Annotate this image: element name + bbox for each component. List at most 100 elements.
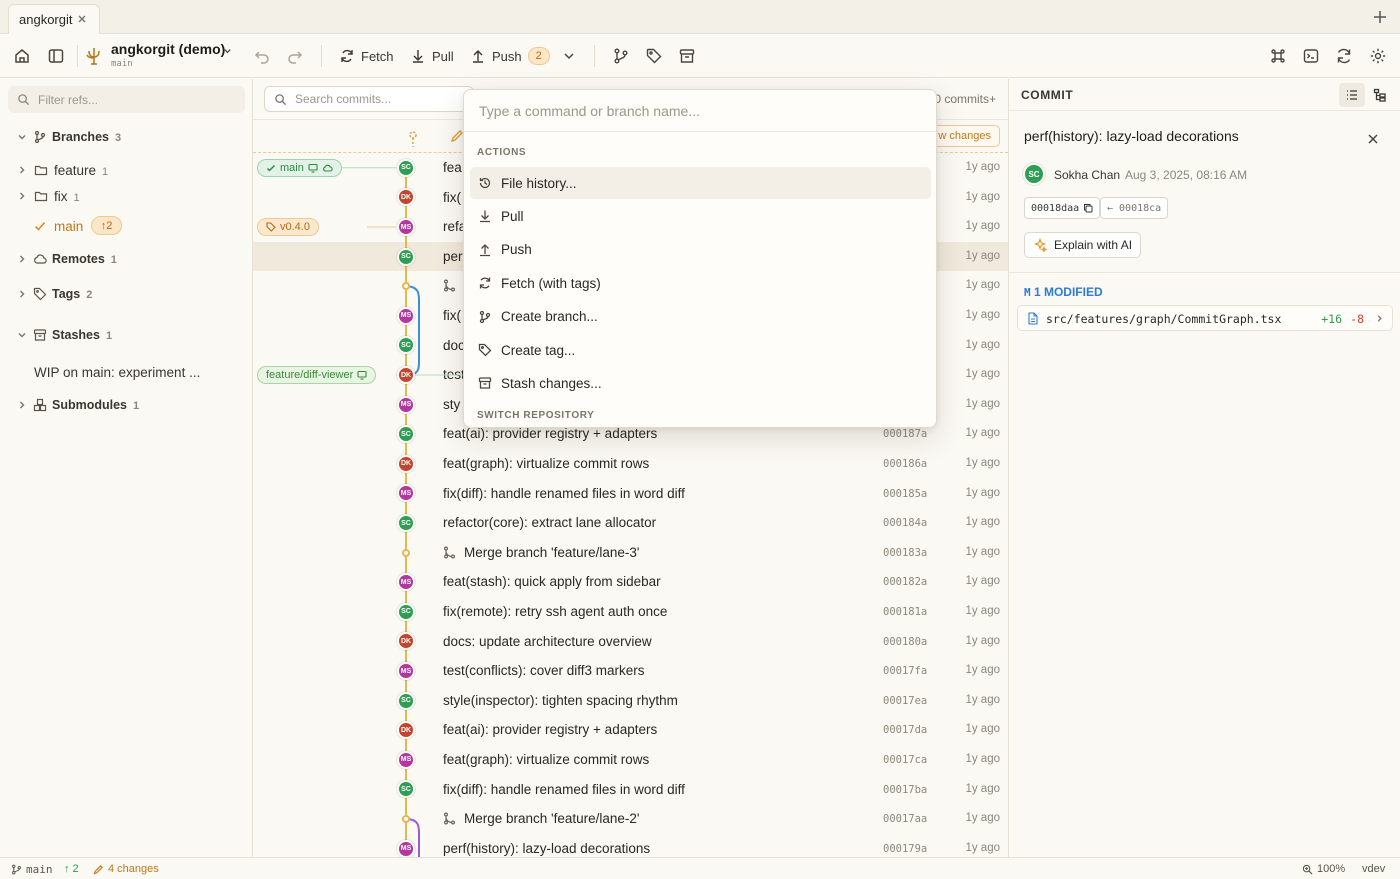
arrow-up-icon <box>473 50 483 63</box>
refresh-icon <box>341 49 353 63</box>
tag-badge[interactable]: v0.4.0 <box>257 218 319 236</box>
parent-sha-link[interactable]: ← 00018ca <box>1100 197 1169 219</box>
command-palette-input[interactable] <box>464 90 936 132</box>
commit-row[interactable]: refactor(core): extract lane allocator 00… <box>253 508 1008 538</box>
commit-row[interactable]: style(inspector): tighten spacing rhythm… <box>253 686 1008 716</box>
chevron-down-icon <box>18 135 26 140</box>
commit-row[interactable]: test(conflicts): cover diff3 markers 0001… <box>253 656 1008 686</box>
sidebar-section-remotes[interactable]: Remotes 1 <box>0 248 253 270</box>
commit-node-avatar[interactable]: SC <box>397 602 415 621</box>
merge-icon <box>444 546 456 559</box>
modified-marker: M <box>1024 286 1031 299</box>
sidebar-toggle-icon[interactable] <box>47 47 65 65</box>
chevron-right-icon <box>20 401 25 409</box>
redo-icon[interactable] <box>286 47 304 65</box>
command-icon[interactable] <box>1269 47 1287 65</box>
close-icon[interactable] <box>75 12 89 26</box>
commit-sha: 000184a <box>883 517 928 530</box>
copy-icon[interactable] <box>1083 203 1093 213</box>
sidebar-item-fix[interactable]: fix 1 <box>0 185 253 207</box>
archive-icon[interactable] <box>678 47 696 65</box>
fetch-button[interactable]: Fetch <box>339 44 394 68</box>
palette-item-stash-changes[interactable]: Stash changes... <box>470 367 931 399</box>
pull-button[interactable]: Pull <box>410 44 454 68</box>
commit-node-avatar[interactable]: SC <box>397 158 415 177</box>
commit-row[interactable]: fix(remote): retry ssh agent auth once 00… <box>253 597 1008 627</box>
chevron-down-icon[interactable] <box>562 49 576 63</box>
commit-sha: 000182a <box>883 576 928 589</box>
commit-row[interactable]: feat(graph): virtualize commit rows 00018… <box>253 449 1008 479</box>
tab-angkorgit[interactable]: angkorgit <box>8 4 100 34</box>
commit-row[interactable]: Merge branch 'feature/lane-2' 00017aa 1y a… <box>253 804 1008 834</box>
commit-node-avatar[interactable]: MS <box>397 306 415 325</box>
sync-icon[interactable] <box>1335 47 1353 65</box>
gear-icon[interactable] <box>1369 47 1387 65</box>
refresh-icon <box>479 277 491 289</box>
refs-sidebar: Filter refs... Branches 3 feature 1 fix 1 m… <box>0 79 253 857</box>
commit-time: 1y ago <box>965 457 1000 469</box>
search-commits-placeholder: Search commits... <box>295 92 392 106</box>
branch-badge-main[interactable]: main <box>257 159 342 177</box>
pencil-icon <box>93 864 103 874</box>
filter-refs-input[interactable]: Filter refs... <box>8 86 245 113</box>
merge-node[interactable] <box>402 815 410 823</box>
commit-row[interactable]: feat(graph): virtualize commit rows 00017… <box>253 745 1008 775</box>
commit-row[interactable]: feat(stash): quick apply from sidebar 000… <box>253 567 1008 597</box>
sidebar-item-feature[interactable]: feature 1 <box>0 159 253 181</box>
changed-file-row[interactable]: src/features/graph/CommitGraph.tsx +16 -… <box>1017 305 1393 331</box>
commit-row[interactable]: fix(diff): handle renamed files in word … <box>253 775 1008 805</box>
palette-item-file-history[interactable]: File history... <box>470 167 931 199</box>
view-changes-button[interactable]: w changes <box>929 125 1000 147</box>
commit-node-avatar[interactable]: MS <box>397 218 415 236</box>
commit-sha[interactable]: 00018daa <box>1024 197 1101 219</box>
commit-node-avatar[interactable]: MS <box>397 750 415 769</box>
commit-node-avatar[interactable]: SC <box>397 691 415 710</box>
status-branch[interactable]: main <box>11 863 53 876</box>
palette-item-pull[interactable]: Pull <box>470 200 931 232</box>
commit-node-avatar[interactable]: SC <box>397 247 415 266</box>
push-count-badge: 2 <box>527 47 550 65</box>
push-button[interactable]: Push 2 <box>470 44 550 68</box>
tag-icon[interactable] <box>645 47 663 65</box>
search-commits-input[interactable]: Search commits... <box>264 86 474 112</box>
commit-node-avatar[interactable]: DK <box>397 454 415 473</box>
sidebar-section-tags[interactable]: Tags 2 <box>0 283 253 305</box>
status-changes[interactable]: 4 changes <box>93 863 159 875</box>
terminal-icon[interactable] <box>1302 47 1320 65</box>
commit-node-avatar[interactable]: SC <box>397 514 415 532</box>
status-zoom[interactable]: 100% <box>1302 863 1345 875</box>
commit-node-avatar[interactable]: MS <box>397 839 415 857</box>
ahead-badge: ↑2 <box>91 216 122 235</box>
explain-with-ai-button[interactable]: Explain with AI <box>1024 232 1142 258</box>
stash-item[interactable]: WIP on main: experiment ... <box>0 361 253 383</box>
home-icon[interactable] <box>13 47 31 65</box>
undo-icon[interactable] <box>253 47 271 65</box>
tree-view-icon[interactable] <box>1373 88 1387 102</box>
merge-node[interactable] <box>402 548 410 557</box>
palette-item-push[interactable]: Push <box>470 234 931 266</box>
branch-icon[interactable] <box>612 47 630 65</box>
commit-sha: 000180a <box>883 635 928 648</box>
sidebar-section-submodules[interactable]: Submodules 1 <box>0 394 253 416</box>
commit-node-avatar[interactable]: DK <box>397 366 415 384</box>
commit-row[interactable]: Merge branch 'feature/lane-3' 000183a 1y a… <box>253 538 1008 568</box>
commit-row[interactable]: fix(diff): handle renamed files in word … <box>253 479 1008 509</box>
palette-item-create-branch[interactable]: Create branch... <box>470 301 931 333</box>
commit-row[interactable]: docs: update architecture overview 000180… <box>253 627 1008 657</box>
commit-node-avatar[interactable]: MS <box>397 395 415 414</box>
commit-row[interactable]: perf(history): lazy-load decorations 0001… <box>253 834 1008 857</box>
palette-item-fetch-with-tags[interactable]: Fetch (with tags) <box>470 267 931 299</box>
sidebar-item-main[interactable]: main ↑2 <box>0 215 253 237</box>
sidebar-section-branches[interactable]: Branches 3 <box>0 126 253 148</box>
sidebar-section-stashes[interactable]: Stashes 1 <box>0 324 253 346</box>
branch-badge-feature[interactable]: feature/diff-viewer <box>257 366 377 384</box>
palette-item-create-tag[interactable]: Create tag... <box>470 334 931 366</box>
fetch-label: Fetch <box>361 48 394 64</box>
plus-icon[interactable] <box>1372 9 1388 25</box>
commit-sha: 00017fa <box>883 665 928 678</box>
arrow-down-icon <box>413 50 423 63</box>
commit-row[interactable]: feat(ai): provider registry + adapters 00… <box>253 715 1008 745</box>
close-icon[interactable] <box>1367 133 1379 145</box>
list-view-button[interactable] <box>1339 83 1365 107</box>
commit-node-avatar[interactable]: MS <box>397 662 415 680</box>
